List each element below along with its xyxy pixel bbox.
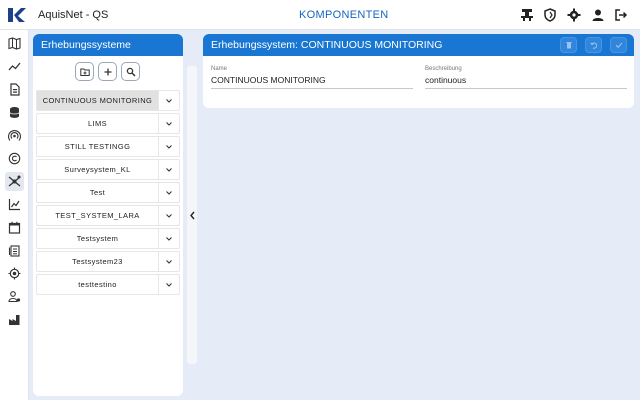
list-item-label[interactable]: STILL TESTINGG — [37, 137, 158, 156]
sidebar-item-factory[interactable] — [5, 310, 24, 329]
search-icon — [126, 67, 136, 77]
list-item[interactable]: STILL TESTINGG — [36, 136, 180, 157]
chevron-down-icon — [165, 189, 173, 197]
check-icon — [615, 41, 623, 49]
save-button[interactable] — [610, 37, 627, 53]
sidebar-item-map[interactable] — [5, 34, 24, 53]
database-icon — [8, 106, 21, 119]
sidebar-item-signal[interactable] — [5, 126, 24, 145]
delete-icon — [565, 41, 573, 49]
expand-button[interactable] — [158, 252, 179, 271]
logout-icon[interactable] — [614, 8, 628, 22]
systems-list: CONTINUOUS MONITORING LIMS STILL TESTING… — [36, 90, 180, 297]
expand-button[interactable] — [158, 160, 179, 179]
search-button[interactable] — [121, 62, 140, 81]
document-icon — [8, 83, 21, 96]
list-item[interactable]: LIMS — [36, 113, 180, 134]
sidebar-item-database[interactable] — [5, 103, 24, 122]
hub-icon[interactable] — [520, 8, 534, 22]
systems-panel-title: Erhebungssysteme — [33, 34, 183, 56]
list-item[interactable]: testtestino — [36, 274, 180, 295]
trend-icon — [8, 60, 21, 73]
description-field[interactable]: Beschreibung continuous — [425, 66, 627, 89]
undo-icon — [589, 41, 598, 49]
description-input[interactable]: continuous — [425, 75, 627, 89]
expand-button[interactable] — [158, 183, 179, 202]
systems-panel: Erhebungssysteme CONTINUOUS MONITORING L… — [33, 34, 183, 396]
sidebar-item-report[interactable] — [5, 241, 24, 260]
chevron-left-icon — [189, 211, 196, 220]
chevron-down-icon — [165, 97, 173, 105]
sidebar-item-user-settings[interactable] — [5, 287, 24, 306]
expand-button[interactable] — [158, 137, 179, 156]
app-title: AquisNet - QS — [38, 9, 109, 21]
list-item[interactable]: Surveysystem_KL — [36, 159, 180, 180]
sidebar-item-copyright[interactable] — [5, 149, 24, 168]
sidebar-item-calendar[interactable] — [5, 218, 24, 237]
report-icon — [8, 244, 21, 257]
sidebar-item-trend[interactable] — [5, 57, 24, 76]
list-item-label[interactable]: TEST_SYSTEM_LARA — [37, 206, 158, 225]
list-item[interactable]: Testsystem23 — [36, 251, 180, 272]
user-icon[interactable] — [591, 8, 605, 22]
chevron-down-icon — [165, 235, 173, 243]
list-item[interactable]: TEST_SYSTEM_LARA — [36, 205, 180, 226]
map-icon — [8, 37, 21, 50]
list-item-label[interactable]: Test — [37, 183, 158, 202]
list-item[interactable]: CONTINUOUS MONITORING — [36, 90, 180, 111]
name-field-label: Name — [211, 66, 228, 72]
add-button[interactable] — [98, 62, 117, 81]
chevron-down-icon — [165, 120, 173, 128]
factory-icon — [8, 313, 21, 326]
sidebar — [0, 30, 29, 400]
calendar-icon — [8, 221, 21, 234]
name-field[interactable]: Name CONTINUOUS MONITORING — [211, 66, 413, 89]
add-icon — [103, 67, 113, 77]
add-folder-button[interactable] — [75, 62, 94, 81]
undo-button[interactable] — [585, 37, 602, 53]
shield-icon[interactable] — [543, 8, 557, 22]
chart-icon — [8, 198, 21, 211]
list-item-label[interactable]: Testsystem23 — [37, 252, 158, 271]
list-item-label[interactable]: Testsystem — [37, 229, 158, 248]
expand-button[interactable] — [158, 114, 179, 133]
sidebar-item-chart[interactable] — [5, 195, 24, 214]
chevron-down-icon — [165, 143, 173, 151]
section-title[interactable]: KOMPONENTEN — [299, 9, 388, 21]
list-item[interactable]: Test — [36, 182, 180, 203]
expand-button[interactable] — [158, 275, 179, 294]
copyright-icon — [8, 152, 21, 165]
list-item-label[interactable]: LIMS — [37, 114, 158, 133]
detail-card: Erhebungssystem: CONTINUOUS MONITORING N… — [203, 34, 634, 108]
gear-icon[interactable] — [567, 8, 581, 22]
description-field-label: Beschreibung — [425, 66, 462, 72]
systems-toolbar — [75, 62, 140, 82]
detail-title: Erhebungssystem: CONTINUOUS MONITORING — [211, 39, 443, 51]
sidebar-item-document[interactable] — [5, 80, 24, 99]
list-item-label[interactable]: Surveysystem_KL — [37, 160, 158, 179]
folder-add-icon — [79, 67, 90, 77]
expand-button[interactable] — [158, 91, 179, 110]
expand-button[interactable] — [158, 206, 179, 225]
list-item-label[interactable]: CONTINUOUS MONITORING — [37, 91, 158, 110]
collapse-panel-button[interactable] — [187, 208, 197, 222]
chevron-down-icon — [165, 258, 173, 266]
expand-button[interactable] — [158, 229, 179, 248]
list-item-label[interactable]: testtestino — [37, 275, 158, 294]
location-icon — [8, 267, 21, 280]
list-item[interactable]: Testsystem — [36, 228, 180, 249]
app-logo-icon[interactable] — [6, 6, 26, 24]
chevron-down-icon — [165, 281, 173, 289]
signal-icon — [8, 129, 21, 142]
sidebar-item-location[interactable] — [5, 264, 24, 283]
chevron-down-icon — [165, 212, 173, 220]
chevron-down-icon — [165, 166, 173, 174]
user-settings-icon — [8, 290, 21, 303]
detail-header: Erhebungssystem: CONTINUOUS MONITORING — [203, 34, 634, 56]
sidebar-item-components[interactable] — [5, 172, 24, 191]
delete-button[interactable] — [560, 37, 577, 53]
top-bar: AquisNet - QS KOMPONENTEN — [0, 0, 640, 30]
components-icon — [8, 175, 21, 188]
name-input[interactable]: CONTINUOUS MONITORING — [211, 75, 413, 89]
